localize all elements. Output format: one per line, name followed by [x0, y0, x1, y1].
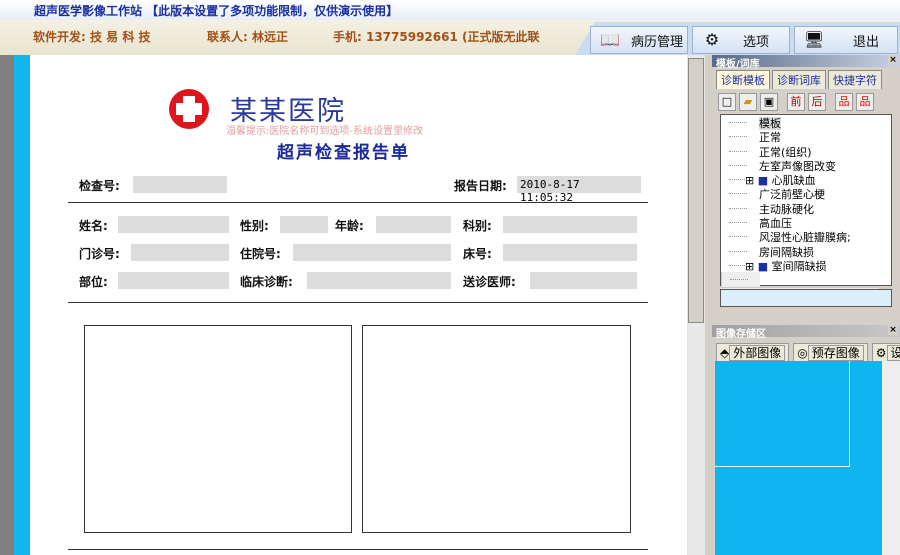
app-title: 超声医学影像工作站 【此版本设置了多项功能限制，仅供演示使用】 [34, 4, 399, 18]
save-icon[interactable]: ▣ [760, 93, 778, 111]
tree-item[interactable]: 高血压 [721, 215, 891, 230]
age-field[interactable] [376, 216, 451, 233]
age-label: 年龄: [335, 219, 364, 233]
image-panel-title: 图像存储区 × [712, 325, 900, 340]
template-panel-title-text: 模板/词库 [716, 59, 760, 70]
prestored-image-button[interactable]: ◎ 预存图像 [793, 343, 868, 362]
report-title: 超声检查报告单 [277, 143, 410, 163]
report-paper: 某某医院 温馨提示:医院名称可到选项-系统设置里修改 超声检查报告单 检查号: … [30, 55, 687, 555]
date-field[interactable]: 2010-8-17 11:05:32 [517, 176, 641, 204]
outpatient-label: 门诊号: [79, 247, 120, 261]
divider [68, 549, 648, 550]
doctor-field[interactable] [530, 272, 637, 289]
image-thumbnail[interactable] [715, 361, 850, 467]
open-folder-icon[interactable]: ▰ [739, 93, 757, 111]
template-input[interactable] [720, 289, 892, 307]
inpatient-field[interactable] [293, 244, 451, 261]
bed-field[interactable] [503, 244, 637, 261]
divider [68, 202, 648, 203]
side-panel: 模板/词库 × 诊断模板 诊断词库 快捷字符 □ ▰ ▣ 前后 品品 模板 正常 正常… [712, 55, 900, 555]
vertical-scrollbar[interactable] [687, 55, 705, 555]
book-icon: 📖 [600, 30, 620, 49]
name-label: 姓名: [79, 219, 108, 233]
date-label: 报告日期: [454, 179, 507, 193]
tree-item[interactable]: 模板 [721, 115, 891, 130]
exam-no-field[interactable] [133, 176, 227, 193]
options-label: 选项 [743, 34, 770, 50]
clinical-field[interactable] [307, 272, 451, 289]
image-settings-button[interactable]: ⚙ 设 [871, 343, 900, 362]
sex-label: 性别: [240, 219, 269, 233]
tree-item[interactable]: ⊞ ■ 室间隔缺损 [721, 258, 891, 273]
image-scrollbar[interactable] [882, 361, 900, 555]
tree-item[interactable]: 主动脉硬化 [721, 201, 891, 216]
tree-item[interactable]: 正常(组织) [721, 144, 891, 159]
part-field[interactable] [118, 272, 229, 289]
gears-icon: ⚙ [704, 30, 720, 49]
contact-text: 联系人: 林远正 [207, 30, 288, 44]
scroll-thumb[interactable] [688, 58, 704, 323]
part-label: 部位: [79, 275, 108, 289]
tree-item[interactable]: 房间隔缺损 [721, 244, 891, 259]
dept-label: 科别: [463, 219, 492, 233]
insert-after-icon[interactable]: 后 [808, 93, 826, 111]
bed-label: 床号: [463, 247, 492, 261]
tree-vertical-scrollbar[interactable] [721, 272, 760, 287]
external-image-button[interactable]: ⬘ 外部图像 [716, 343, 790, 362]
template-tree[interactable]: 模板 正常 正常(组织) 左室声像图改变 ⊞ ■ 心肌缺血 广泛前壁心梗 主动脉… [720, 114, 892, 301]
red-cross-logo [168, 88, 210, 130]
tree-item[interactable]: 正常 [721, 129, 891, 144]
dept-field[interactable] [503, 216, 637, 233]
divider [68, 302, 648, 303]
template-panel-title: 模板/词库 × [712, 55, 900, 70]
exam-no-label: 检查号: [79, 179, 120, 193]
tab-diagnosis-lexicon[interactable]: 诊断词库 [772, 70, 826, 89]
report-area: 某某医院 温馨提示:医院名称可到选项-系统设置里修改 超声检查报告单 检查号: … [0, 55, 705, 555]
records-button[interactable]: 📖 病历管理 [590, 26, 688, 54]
new-icon[interactable]: □ [718, 93, 736, 111]
clinical-label: 临床诊断: [240, 275, 293, 289]
close-icon[interactable]: × [888, 325, 898, 335]
book-icon: ■ [757, 174, 769, 188]
image-slot-1[interactable] [84, 325, 352, 533]
tree-item[interactable]: 风湿性心脏瓣膜病; [721, 229, 891, 244]
tree-item[interactable]: 广泛前壁心梗 [721, 186, 891, 201]
exit-label: 退出 [853, 34, 880, 50]
doctor-label: 送诊医师: [463, 275, 516, 289]
exit-icon: 🖥 [803, 30, 825, 49]
left-bar [14, 55, 30, 555]
image-storage-area[interactable] [715, 361, 882, 555]
records-label: 病历管理 [631, 34, 684, 50]
template-tabs: 诊断模板 诊断词库 快捷字符 [712, 67, 900, 89]
template-toolbar: □ ▰ ▣ 前后 品品 [712, 89, 900, 115]
title-bar: 超声医学影像工作站 【此版本设置了多项功能限制，仅供演示使用】 [0, 0, 900, 20]
tab-shortcut-chars[interactable]: 快捷字符 [828, 70, 882, 89]
add-child-icon[interactable]: 品 [835, 93, 853, 111]
options-button[interactable]: ⚙ 选项 [692, 26, 790, 54]
insert-before-icon[interactable]: 前 [787, 93, 805, 111]
add-sibling-icon[interactable]: 品 [856, 93, 874, 111]
hint-text: 温馨提示:医院名称可到选项-系统设置里修改 [226, 126, 423, 137]
tab-diagnosis-template[interactable]: 诊断模板 [716, 70, 770, 89]
tree-item[interactable]: ⊞ ■ 心肌缺血 [721, 172, 891, 188]
tree-item[interactable]: 左室声像图改变 [721, 158, 891, 173]
image-slot-2[interactable] [362, 325, 631, 533]
name-field[interactable] [118, 216, 229, 233]
phone-text: 手机: 13775992661 (正式版无此联 [333, 30, 540, 44]
developer-text: 软件开发: 技 易 科 技 [33, 30, 151, 44]
outpatient-field[interactable] [131, 244, 229, 261]
book-icon: ■ [757, 259, 769, 273]
sex-field[interactable] [280, 216, 328, 233]
inpatient-label: 住院号: [240, 247, 281, 261]
exit-button[interactable]: 🖥 退出 [794, 26, 898, 54]
close-icon[interactable]: × [888, 55, 898, 65]
image-panel-title-text: 图像存储区 [716, 329, 766, 340]
